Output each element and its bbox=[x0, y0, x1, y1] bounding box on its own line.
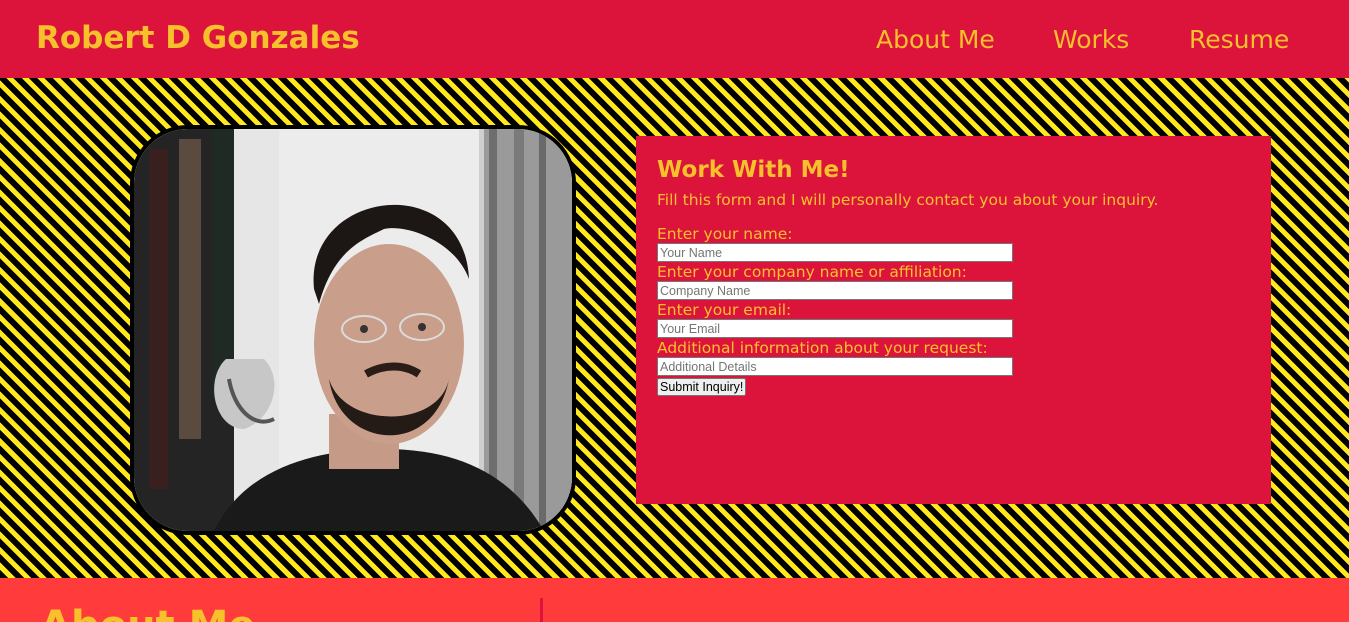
email-label: Enter your email: bbox=[657, 301, 792, 319]
details-label: Additional information about your reques… bbox=[657, 339, 988, 357]
name-label: Enter your name: bbox=[657, 225, 793, 243]
submit-inquiry-button[interactable]: Submit Inquiry! bbox=[657, 378, 747, 396]
company-input[interactable] bbox=[657, 281, 1013, 300]
inquiry-form: Enter your name: Enter your company name… bbox=[657, 225, 1013, 396]
nav-resume[interactable]: Resume bbox=[1189, 22, 1289, 58]
nav-works[interactable]: Works bbox=[1053, 22, 1129, 58]
site-brand[interactable]: Robert D Gonzales bbox=[36, 18, 360, 58]
company-label: Enter your company name or affiliation: bbox=[657, 263, 967, 281]
site-header: Robert D Gonzales About Me Works Resume bbox=[0, 0, 1349, 78]
about-divider bbox=[540, 598, 543, 622]
details-input[interactable] bbox=[657, 357, 1013, 376]
nav-about-me[interactable]: About Me bbox=[876, 22, 995, 58]
profile-photo bbox=[130, 125, 576, 535]
about-section: About Me bbox=[0, 578, 1349, 622]
contact-intro: Fill this form and I will personally con… bbox=[657, 191, 1159, 209]
contact-title: Work With Me! bbox=[657, 157, 850, 183]
about-title: About Me bbox=[40, 602, 256, 622]
profile-photo-icon bbox=[134, 129, 572, 531]
email-input[interactable] bbox=[657, 319, 1013, 338]
contact-panel: Work With Me! Fill this form and I will … bbox=[636, 136, 1271, 504]
name-input[interactable] bbox=[657, 243, 1013, 262]
